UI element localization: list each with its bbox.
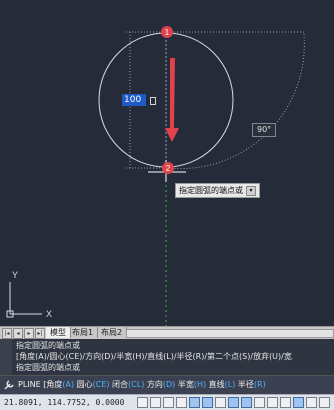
prompt-tooltip-text: 指定圆弧的端点或 xyxy=(179,186,243,195)
drawing-viewport[interactable]: 1 2 Y X 100 90° 指定圆弧的端点或 ▾ xyxy=(0,0,334,326)
polar-tracking-icon[interactable] xyxy=(189,397,200,408)
history-line-3: 指定圆弧的端点或 xyxy=(16,363,80,372)
first-tab-icon[interactable]: |◂ xyxy=(2,328,12,339)
dynamic-input-icon[interactable] xyxy=(254,397,265,408)
dropdown-arrow-icon[interactable]: ▾ xyxy=(246,186,256,196)
history-line-2: [角度(A)/圆心(CE)/方向(D)/半宽(H)/直线(L)/半径(R)/第二… xyxy=(16,352,292,361)
option-close[interactable]: 闭合(CL) xyxy=(112,380,144,389)
history-line-1: 指定圆弧的端点或 xyxy=(16,341,80,350)
option-radius[interactable]: 半径(R) xyxy=(238,380,266,389)
option-angle[interactable]: 角度(A) xyxy=(46,380,74,389)
option-direction[interactable]: 方向(D) xyxy=(147,380,175,389)
direction-arrow xyxy=(165,58,179,142)
ucs-icon: Y X xyxy=(6,270,52,319)
option-center[interactable]: 圆心(CE) xyxy=(77,380,110,389)
ortho-mode-icon[interactable] xyxy=(176,397,187,408)
object-snap-tracking-icon[interactable] xyxy=(228,397,239,408)
ucs-y-label: Y xyxy=(12,270,18,280)
transparency-icon[interactable] xyxy=(280,397,291,408)
object-snap-icon[interactable] xyxy=(202,397,213,408)
tab-layout2[interactable]: 布局2 xyxy=(97,327,128,338)
ucs-x-label: X xyxy=(46,309,52,319)
angle-tooltip: 90° xyxy=(252,123,277,137)
quick-properties-icon[interactable] xyxy=(293,397,304,408)
infer-constraints-icon[interactable] xyxy=(137,397,148,408)
annotation-monitor-icon[interactable] xyxy=(319,397,330,408)
option-halfwidth[interactable]: 半宽(H) xyxy=(178,380,206,389)
arc-preview-dotted xyxy=(167,31,305,170)
grip-label-1: 1 xyxy=(165,28,170,37)
command-prompt: PLINE [角度(A) 圆心(CE) 闭合(CL) 方向(D) 半宽(H) 直… xyxy=(18,379,266,391)
next-tab-icon[interactable]: ▸ xyxy=(24,328,34,339)
coordinate-readout: 21.8091, 114.7752, 0.0000 xyxy=(4,398,125,407)
drawing-canvas[interactable]: 1 2 Y X xyxy=(0,0,334,326)
prev-tab-icon[interactable]: ◂ xyxy=(13,328,23,339)
3d-object-snap-icon[interactable] xyxy=(215,397,226,408)
dynamic-ucs-icon[interactable] xyxy=(241,397,252,408)
selection-cycling-icon[interactable] xyxy=(306,397,317,408)
horizontal-scrollbar[interactable] xyxy=(126,329,334,338)
grip-label-2: 2 xyxy=(166,164,171,173)
prompt-tooltip: 指定圆弧的端点或 ▾ xyxy=(175,183,260,198)
command-input-line[interactable]: PLINE [角度(A) 圆心(CE) 闭合(CL) 方向(D) 半宽(H) 直… xyxy=(0,375,334,394)
wrench-icon[interactable] xyxy=(3,379,15,391)
option-line[interactable]: 直线(L) xyxy=(209,380,236,389)
last-tab-icon[interactable]: ▸| xyxy=(35,328,45,339)
command-window-grip[interactable] xyxy=(0,339,12,375)
dimension-input[interactable]: 100 xyxy=(122,94,146,106)
grid-display-icon[interactable] xyxy=(163,397,174,408)
lineweight-icon[interactable] xyxy=(267,397,278,408)
layout-tab-bar: |◂ ◂ ▸ ▸| 模型 布局1 布局2 xyxy=(0,326,334,339)
snap-mode-icon[interactable] xyxy=(150,397,161,408)
input-cursor-icon xyxy=(150,97,156,105)
command-history: 指定圆弧的端点或 [角度(A)/圆心(CE)/方向(D)/半宽(H)/直线(L)… xyxy=(0,339,334,375)
status-bar: 21.8091, 114.7752, 0.0000 xyxy=(0,394,334,410)
tab-layout1[interactable]: 布局1 xyxy=(68,327,99,338)
prompt-prefix: PLINE [ xyxy=(18,380,47,389)
